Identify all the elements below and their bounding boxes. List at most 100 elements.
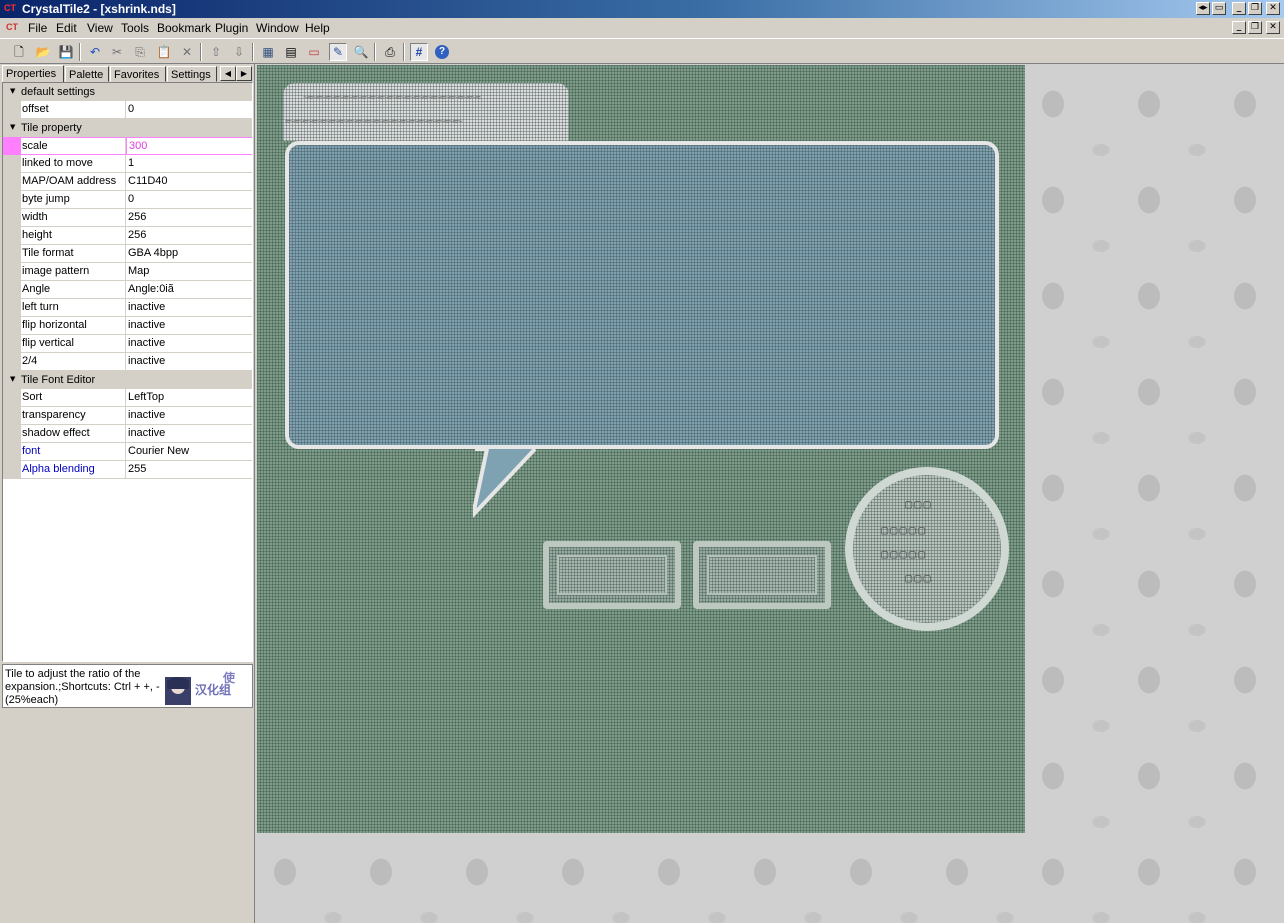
collapse-icon[interactable]: ▼: [10, 119, 15, 136]
cut-button[interactable]: ✂: [108, 43, 126, 61]
property-row-left-turn[interactable]: left turn inactive: [3, 299, 252, 317]
property-row-shadow-effect[interactable]: shadow effect inactive: [3, 425, 252, 443]
close-button[interactable]: ✕: [1266, 2, 1280, 15]
open-button[interactable]: 📂: [34, 43, 52, 61]
property-value[interactable]: 0: [126, 191, 252, 209]
import-button[interactable]: ⇧: [207, 43, 225, 61]
property-value[interactable]: LeftTop: [126, 389, 252, 407]
row-gutter: [3, 245, 21, 263]
maximize-button[interactable]: ❐: [1248, 2, 1262, 15]
mdi-restore-button[interactable]: ❐: [1248, 21, 1262, 34]
property-value[interactable]: 256: [126, 227, 252, 245]
property-row-angle[interactable]: Angle Angle:0iã: [3, 281, 252, 299]
property-row-sort[interactable]: Sort LeftTop: [3, 389, 252, 407]
help-button[interactable]: ?: [433, 43, 451, 61]
property-row-width[interactable]: width 256: [3, 209, 252, 227]
property-value[interactable]: inactive: [126, 335, 252, 353]
property-value[interactable]: Courier New: [126, 443, 252, 461]
tile-canvas-area[interactable]: ~≈~≈~≈~≈~≈~≈~≈~≈~≈~≈~≈~≈~≈~≈~≈~≈~≈~≈~≈~≈…: [254, 64, 1284, 923]
property-value[interactable]: 256: [126, 209, 252, 227]
tile-viewer-button[interactable]: ▦: [259, 43, 277, 61]
property-row-height[interactable]: height 256: [3, 227, 252, 245]
toolbar-separator: [200, 43, 202, 61]
property-value[interactable]: 0: [126, 101, 252, 119]
property-row-tile-format[interactable]: Tile format GBA 4bpp: [3, 245, 252, 263]
minimize-button[interactable]: _: [1232, 2, 1246, 15]
grid-icon: #: [415, 45, 423, 59]
restore-toggle-icon[interactable]: ◂▸: [1196, 2, 1210, 15]
hex-editor-button[interactable]: ▤: [282, 43, 300, 61]
search-button[interactable]: 🔍: [352, 43, 370, 61]
category-tile-font-editor[interactable]: ▼ Tile Font Editor: [3, 371, 252, 389]
property-value[interactable]: inactive: [126, 299, 252, 317]
menu-window[interactable]: Window: [256, 21, 299, 35]
collapse-icon[interactable]: ▼: [10, 83, 15, 100]
property-row-font[interactable]: font Courier New: [3, 443, 252, 461]
new-file-button[interactable]: 🗋: [10, 43, 28, 61]
property-value[interactable]: Angle:0iã: [126, 281, 252, 299]
property-value[interactable]: inactive: [126, 425, 252, 443]
menu-plugin[interactable]: Plugin: [215, 21, 248, 35]
tab-favorites[interactable]: Favorites: [110, 66, 166, 82]
delete-button[interactable]: ✕: [178, 43, 196, 61]
property-row-offset[interactable]: offset 0: [3, 101, 252, 119]
menu-file[interactable]: File: [28, 21, 47, 35]
menu-help[interactable]: Help: [305, 21, 330, 35]
toolbar-separator: [79, 43, 81, 61]
tab-scroll-right-icon[interactable]: ▶: [236, 66, 252, 81]
property-row-alpha-blending[interactable]: Alpha blending 255: [3, 461, 252, 479]
menu-view[interactable]: View: [87, 21, 113, 35]
grid-toggle-button[interactable]: #: [410, 43, 428, 61]
property-value[interactable]: inactive: [126, 353, 252, 371]
property-row-image-pattern[interactable]: image pattern Map: [3, 263, 252, 281]
tab-scroll-left-icon[interactable]: ◀: [220, 66, 236, 81]
edit-tile-button[interactable]: ✎: [329, 43, 347, 61]
tab-settings[interactable]: Settings: [167, 66, 217, 82]
menu-edit[interactable]: Edit: [56, 21, 77, 35]
property-value[interactable]: inactive: [126, 407, 252, 425]
crystaltile-logo-icon[interactable]: CT: [4, 3, 16, 13]
save-button[interactable]: 💾: [57, 43, 75, 61]
category-default-settings[interactable]: ▼ default settings: [3, 83, 252, 101]
property-row-byte-jump[interactable]: byte jump 0: [3, 191, 252, 209]
document-icon[interactable]: CT: [6, 22, 18, 32]
copy-button[interactable]: ⎘: [131, 43, 149, 61]
text-button[interactable]: ▭: [305, 43, 323, 61]
property-name: scale: [21, 137, 126, 155]
category-tile-property[interactable]: ▼ Tile property: [3, 119, 252, 137]
menu-bookmark[interactable]: Bookmark: [157, 21, 211, 35]
undo-button[interactable]: ↶: [86, 43, 104, 61]
property-value[interactable]: 255: [126, 461, 252, 479]
tab-properties[interactable]: Properties: [2, 65, 64, 82]
property-value[interactable]: Map: [126, 263, 252, 281]
mdi-close-button[interactable]: ✕: [1266, 21, 1280, 34]
property-row-flip-vertical[interactable]: flip vertical inactive: [3, 335, 252, 353]
print-button[interactable]: ⎙: [381, 43, 399, 61]
row-gutter: [3, 425, 21, 443]
property-value-input[interactable]: 300: [126, 137, 252, 155]
paste-button[interactable]: 📋: [155, 43, 173, 61]
property-name: MAP/OAM address: [21, 173, 126, 191]
property-row-scale[interactable]: scale 300: [3, 137, 252, 155]
tile-image-canvas[interactable]: ~≈~≈~≈~≈~≈~≈~≈~≈~≈~≈~≈~≈~≈~≈~≈~≈~≈~≈~≈~≈…: [257, 65, 1025, 833]
circle-glyph-row: ▢▢▢▢▢: [881, 547, 928, 561]
edit-tile-icon: ✎: [332, 45, 344, 59]
round-button-graphic: ▢▢▢ ▢▢▢▢▢ ▢▢▢▢▢ ▢▢▢: [845, 467, 1009, 631]
property-value[interactable]: C11D40: [126, 173, 252, 191]
menu-tools[interactable]: Tools: [121, 21, 149, 35]
property-row-2-4[interactable]: 2/4 inactive: [3, 353, 252, 371]
property-value[interactable]: 1: [126, 155, 252, 173]
property-row-linked-to-move[interactable]: linked to move 1: [3, 155, 252, 173]
property-row-flip-horizontal[interactable]: flip horizontal inactive: [3, 317, 252, 335]
tab-palette[interactable]: Palette: [65, 66, 109, 82]
panel-tabs: Properties Palette Favorites Settings ◀ …: [2, 65, 252, 82]
button-graphic-inner: [707, 555, 817, 595]
property-row-transparency[interactable]: transparency inactive: [3, 407, 252, 425]
tile-icon[interactable]: ▭: [1212, 2, 1226, 15]
mdi-minimize-button[interactable]: _: [1232, 21, 1246, 34]
collapse-icon[interactable]: ▼: [10, 371, 15, 388]
property-value[interactable]: inactive: [126, 317, 252, 335]
property-row-map-oam-address[interactable]: MAP/OAM address C11D40: [3, 173, 252, 191]
property-value[interactable]: GBA 4bpp: [126, 245, 252, 263]
export-button[interactable]: ⇩: [230, 43, 248, 61]
